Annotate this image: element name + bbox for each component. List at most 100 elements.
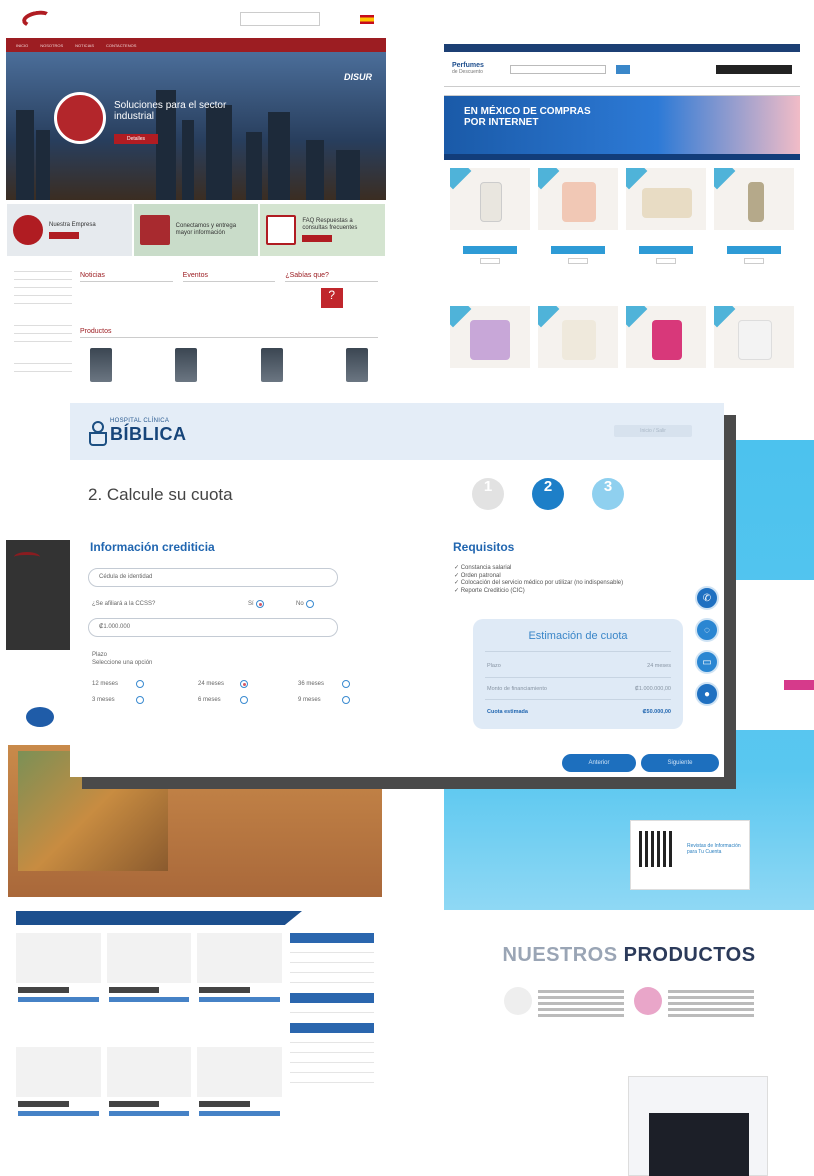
chat-icon[interactable]: ▭ — [695, 650, 719, 674]
perfumes-header: Perfumes de Descuento — [444, 52, 800, 86]
whatsapp-icon[interactable]: ◌ — [695, 618, 719, 642]
hospital-logo[interactable]: HOSPITAL CLÍNICA BÍBLICA — [110, 418, 187, 445]
disur-topbar — [6, 0, 386, 38]
more-button[interactable] — [480, 258, 500, 264]
product-card[interactable] — [714, 168, 794, 298]
more-button[interactable] — [568, 258, 588, 264]
product-card[interactable] — [450, 168, 530, 298]
product-card[interactable] — [714, 306, 794, 404]
product-card[interactable] — [626, 168, 706, 298]
user-icon[interactable]: ● — [695, 682, 719, 706]
product-card[interactable] — [538, 168, 618, 298]
tile-button[interactable] — [302, 235, 333, 242]
product-item[interactable] — [16, 933, 101, 1041]
pink-button[interactable] — [784, 680, 814, 690]
product-image[interactable] — [175, 348, 198, 382]
term-3-radio[interactable] — [136, 696, 144, 704]
tile-label: FAQ Respuestas a consultas frecuentes — [302, 218, 358, 231]
know-title: ¿Sabías que? — [285, 272, 379, 282]
tile-company[interactable]: Nuestra Empresa — [7, 204, 132, 256]
search-button[interactable] — [615, 64, 630, 74]
nav-item[interactable]: NOSOTROS — [40, 43, 63, 48]
products-title: Productos — [80, 328, 378, 338]
section-strip — [16, 911, 302, 925]
step-1[interactable]: 1 — [472, 478, 504, 510]
product-item[interactable] — [16, 1047, 101, 1155]
add-to-cart-button[interactable] — [727, 246, 781, 254]
estimate-card: Estimación de cuota Plazo 24 meses Monto … — [473, 619, 683, 729]
estimate-row: Monto de financiamiento ₡1.000.000,00 — [487, 686, 671, 692]
disur-footer — [6, 540, 76, 650]
term-24-radio[interactable] — [240, 680, 248, 688]
product-item[interactable] — [106, 1047, 192, 1155]
perfumes-logo[interactable]: Perfumes de Descuento — [452, 62, 484, 76]
product-item[interactable] — [197, 1047, 282, 1155]
handshake-icon — [139, 215, 170, 245]
product-image[interactable] — [345, 348, 368, 382]
term-9-radio[interactable] — [342, 696, 350, 704]
cart-button[interactable] — [716, 64, 792, 74]
requirement-item: ✓ Reporte Crediticio (CIC) — [454, 587, 525, 594]
product-image[interactable] — [260, 348, 283, 382]
nav-item[interactable]: NOTICIAS — [75, 43, 94, 48]
back-button[interactable]: Anterior — [562, 754, 636, 772]
amount-field[interactable]: ₡1.000.000 — [88, 618, 338, 637]
product-image[interactable] — [90, 348, 112, 382]
perfumes-banner[interactable]: EN MÉXICO DE COMPRAS POR INTERNET — [444, 96, 800, 160]
disur-tiles: Nuestra Empresa Conectamos y entrega may… — [6, 204, 386, 256]
tile-faq[interactable]: FAQ Respuestas a consultas frecuentes — [260, 204, 386, 256]
qr-card: Revistas de Información para Tu Cuenta — [630, 820, 750, 890]
disur-logo[interactable] — [18, 8, 58, 30]
product-item[interactable] — [504, 987, 624, 1020]
requirements-title: Requisitos — [453, 540, 515, 554]
product-item[interactable] — [197, 933, 282, 1041]
disur-search-input[interactable] — [240, 12, 320, 26]
product-card[interactable] — [450, 306, 530, 404]
add-to-cart-button[interactable] — [551, 246, 605, 254]
faq-icon — [266, 215, 297, 245]
id-number-field[interactable]: Cédula de identidad — [88, 568, 338, 587]
no-radio[interactable] — [306, 600, 314, 608]
category-sidebar — [290, 933, 374, 1155]
disur-main: Noticias Eventos ¿Sabías que?? Productos — [80, 264, 379, 382]
page-title: 2. Calcule su cuota — [88, 485, 233, 504]
ccss-question: ¿Se afiliará a la CCSS? — [92, 601, 156, 607]
hero-button[interactable]: Detalles — [114, 134, 158, 144]
hospital-calculator-screenshot: HOSPITAL CLÍNICA BÍBLICA Inicio / Salir … — [70, 403, 724, 777]
step-2[interactable]: 2 — [532, 478, 564, 510]
hospital-header: HOSPITAL CLÍNICA BÍBLICA Inicio / Salir — [70, 403, 724, 460]
nav-item[interactable]: INICIO — [16, 43, 28, 48]
term-36-radio[interactable] — [342, 680, 350, 688]
term-6-radio[interactable] — [240, 696, 248, 704]
product-card[interactable] — [538, 306, 618, 404]
requirement-item: ✓ Colocación del servicio médico por uti… — [454, 580, 624, 586]
tile-label: Conectamos y entrega mayor información — [175, 223, 237, 236]
more-button[interactable] — [744, 258, 764, 264]
hero-text: Soluciones para el sector industrial — [114, 100, 227, 122]
step-3[interactable]: 3 — [592, 478, 624, 510]
paw-logo-icon[interactable] — [26, 707, 54, 727]
products-row — [444, 967, 814, 1020]
term-label: Plazo — [92, 652, 108, 658]
hospital-logo-icon — [88, 420, 107, 446]
term-12-radio[interactable] — [136, 680, 144, 688]
yes-radio[interactable] — [256, 600, 264, 608]
credit-info-title: Información crediticia — [90, 540, 215, 554]
spain-flag-icon[interactable] — [360, 14, 374, 24]
tile-connect[interactable]: Conectamos y entrega mayor información — [133, 204, 259, 256]
perfumes-search-input[interactable] — [509, 64, 606, 74]
add-to-cart-button[interactable] — [639, 246, 693, 254]
product-item[interactable] — [106, 933, 192, 1041]
tile-button[interactable] — [49, 231, 79, 239]
estimate-row: Plazo 24 meses — [487, 663, 671, 669]
product-item[interactable] — [634, 987, 754, 1020]
nav-item[interactable]: CONTACTENOS — [106, 43, 136, 48]
add-to-cart-button[interactable] — [463, 246, 517, 254]
phone-icon[interactable]: ✆ — [695, 586, 719, 610]
next-button[interactable]: Siguiente — [641, 754, 719, 772]
header-link[interactable]: Inicio / Salir — [614, 425, 692, 437]
term-option-label: 24 meses — [198, 681, 225, 687]
more-button[interactable] — [656, 258, 676, 264]
product-card[interactable] — [626, 306, 706, 404]
question-icon: ? — [320, 288, 343, 308]
